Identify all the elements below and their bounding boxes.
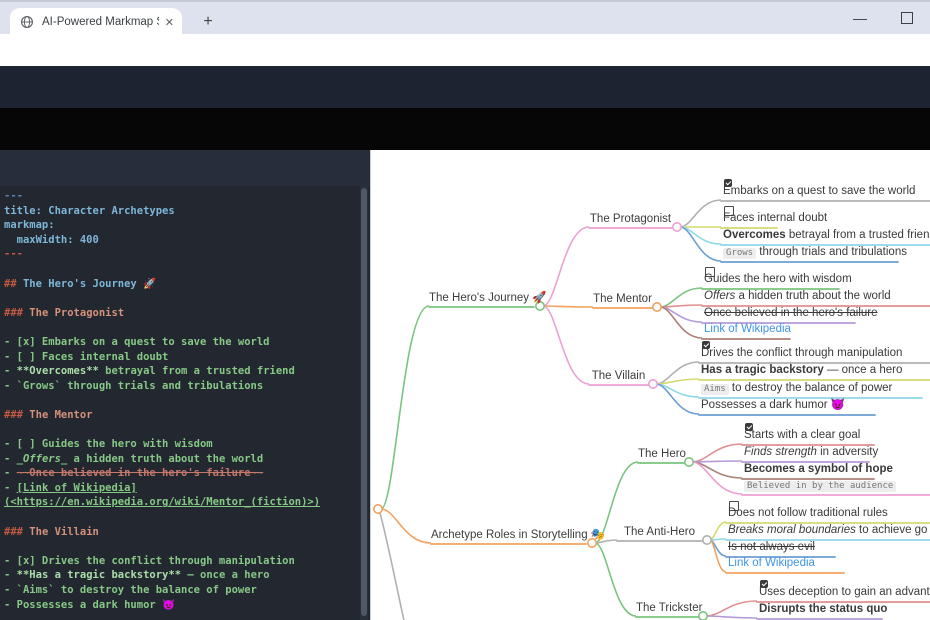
editor-line[interactable] <box>4 423 370 438</box>
mindmap-leaf[interactable]: Once believed in the hero's failure <box>704 306 878 321</box>
mindmap-leaf[interactable]: Faces internal doubt <box>723 211 827 226</box>
mindmap-leaf[interactable]: Link of Wikipedia <box>728 556 815 571</box>
mindmap-leaf[interactable]: Offers a hidden truth about the world <box>704 289 891 304</box>
editor-line[interactable]: ### The Villain <box>4 525 370 540</box>
editor-line[interactable] <box>4 539 370 554</box>
mindmap-leaf[interactable]: Starts with a clear goal <box>744 428 860 443</box>
tab-strip: AI-Powered Markmap Studio ✕ + — <box>0 0 930 34</box>
editor-line[interactable]: - `Aims` to destroy the balance of power <box>4 583 370 598</box>
mindmap-node[interactable]: The Mentor <box>593 291 652 307</box>
editor-line[interactable]: - [ ] Guides the hero with wisdom <box>4 437 370 452</box>
editor-line[interactable] <box>4 320 370 335</box>
mindmap-leaf[interactable]: Uses deception to gain an advantage <box>759 585 930 600</box>
editor-line[interactable] <box>4 393 370 408</box>
editor-line[interactable]: - Possesses a dark humor 😈 <box>4 598 370 613</box>
editor-line[interactable]: markmap: <box>4 218 370 233</box>
mindmap-leaf[interactable]: Aims to destroy the balance of power <box>701 381 892 396</box>
mindmap-leaf[interactable]: Drives the conflict through manipulation <box>701 346 902 361</box>
mindmap-leaf[interactable]: Overcomes betrayal from a trusted friend <box>723 228 930 243</box>
mindmap-leaf[interactable]: Is not always evil <box>728 540 815 555</box>
globe-icon <box>20 15 34 29</box>
mindmap-node[interactable]: The Hero <box>638 446 684 462</box>
editor-line[interactable]: --- <box>4 189 370 204</box>
editor-scrollbar-thumb[interactable] <box>361 188 367 616</box>
mindmap-leaf[interactable]: Believed in by the audience <box>744 478 896 493</box>
editor-line[interactable] <box>4 291 370 306</box>
editor-line[interactable]: ### The Mentor <box>4 408 370 423</box>
editor-line[interactable]: - [Link of Wikipedia] <box>4 481 370 496</box>
editor-line[interactable]: maxWidth: 400 <box>4 233 370 248</box>
window-maximize-button[interactable] <box>892 6 922 30</box>
mindmap-leaf[interactable]: Embarks on a quest to save the world <box>723 184 915 199</box>
editor-line[interactable]: - `Grows` through trials and tribulation… <box>4 379 370 394</box>
mindmap-leaf[interactable]: Link of Wikipedia <box>704 322 791 337</box>
mindmap-node[interactable]: The Protagonist <box>589 211 672 227</box>
editor-line[interactable]: - [x] Drives the conflict through manipu… <box>4 554 370 569</box>
editor-line[interactable]: - [x] Embarks on a quest to save the wor… <box>4 335 370 350</box>
tab-title: AI-Powered Markmap Studio <box>42 16 159 28</box>
editor-line[interactable]: - [ ] Faces internal doubt <box>4 350 370 365</box>
editor-line[interactable]: ### The Protagonist <box>4 306 370 321</box>
browser-toolbar: → ⟳ ai-toolbox.visual-paradigm.com/app/a… <box>0 34 930 66</box>
new-tab-button[interactable]: + <box>196 10 220 34</box>
editor-line[interactable]: (<https://en.wikipedia.org/wiki/Mentor_(… <box>4 495 370 510</box>
editor-line[interactable]: - ~~Once believed in the hero's failure~… <box>4 466 370 481</box>
editor-line[interactable]: title: Character Archetypes <box>4 204 370 219</box>
mindmap-leaf[interactable]: Becomes a symbol of hope <box>744 462 893 477</box>
mindmap-leaf[interactable]: Guides the hero with wisdom <box>704 272 852 287</box>
mindmap-leaf[interactable]: Breaks moral boundaries to achieve go <box>728 523 927 538</box>
editor-line[interactable]: - **Has a tragic backstory** — once a he… <box>4 568 370 583</box>
mindmap-labels: The Hero's Journey 🚀 Archetype Roles in S… <box>371 150 930 620</box>
editor-line[interactable]: - _Offers_ a hidden truth about the worl… <box>4 452 370 467</box>
mindmap-leaf[interactable]: Possesses a dark humor 😈 <box>701 398 845 413</box>
mindmap-node[interactable]: The Hero's Journey 🚀 <box>429 290 534 306</box>
mindmap-leaf[interactable]: Grows through trials and tribulations <box>723 245 907 260</box>
mindmap-canvas[interactable]: The Hero's Journey 🚀 Archetype Roles in S… <box>370 150 930 620</box>
app-header: AI-Powered Markmap Studio Powered by Vis… <box>0 66 930 108</box>
mindmap-leaf[interactable]: Does not follow traditional rules <box>728 506 888 521</box>
window-minimize-button[interactable]: — <box>845 6 875 30</box>
mindmap-leaf[interactable]: Has a tragic backstory — once a hero <box>701 363 902 378</box>
mindmap-node[interactable]: The Anti-Hero <box>617 524 702 540</box>
editor-toolbar: ↷ Insert Snippet <box>0 150 370 186</box>
editor-line[interactable]: --- <box>4 247 370 262</box>
mindmap-leaf[interactable]: Disrupts the status quo <box>759 602 887 617</box>
app-toolbar: le Generate with AI Describe with AI <box>0 108 930 150</box>
browser-window: AI-Powered Markmap Studio ✕ + — → ⟳ ai-t… <box>0 0 930 620</box>
mindmap-leaf[interactable]: Finds strength in adversity <box>744 445 878 460</box>
markdown-editor[interactable]: ---title: Character Archetypesmarkmap: m… <box>0 186 370 620</box>
editor-line[interactable] <box>4 510 370 525</box>
browser-tab[interactable]: AI-Powered Markmap Studio ✕ <box>10 8 182 36</box>
editor-line[interactable] <box>4 262 370 277</box>
mindmap-node[interactable]: The Villain <box>589 368 648 384</box>
tab-close-icon[interactable]: ✕ <box>165 16 174 29</box>
mindmap-node[interactable]: The Trickster <box>636 600 698 616</box>
mindmap-node[interactable]: Archetype Roles in Storytelling 🎭 <box>431 527 586 543</box>
editor-line[interactable]: - **Overcomes** betrayal from a trusted … <box>4 364 370 379</box>
editor-line[interactable]: ## The Hero's Journey 🚀 <box>4 277 370 292</box>
